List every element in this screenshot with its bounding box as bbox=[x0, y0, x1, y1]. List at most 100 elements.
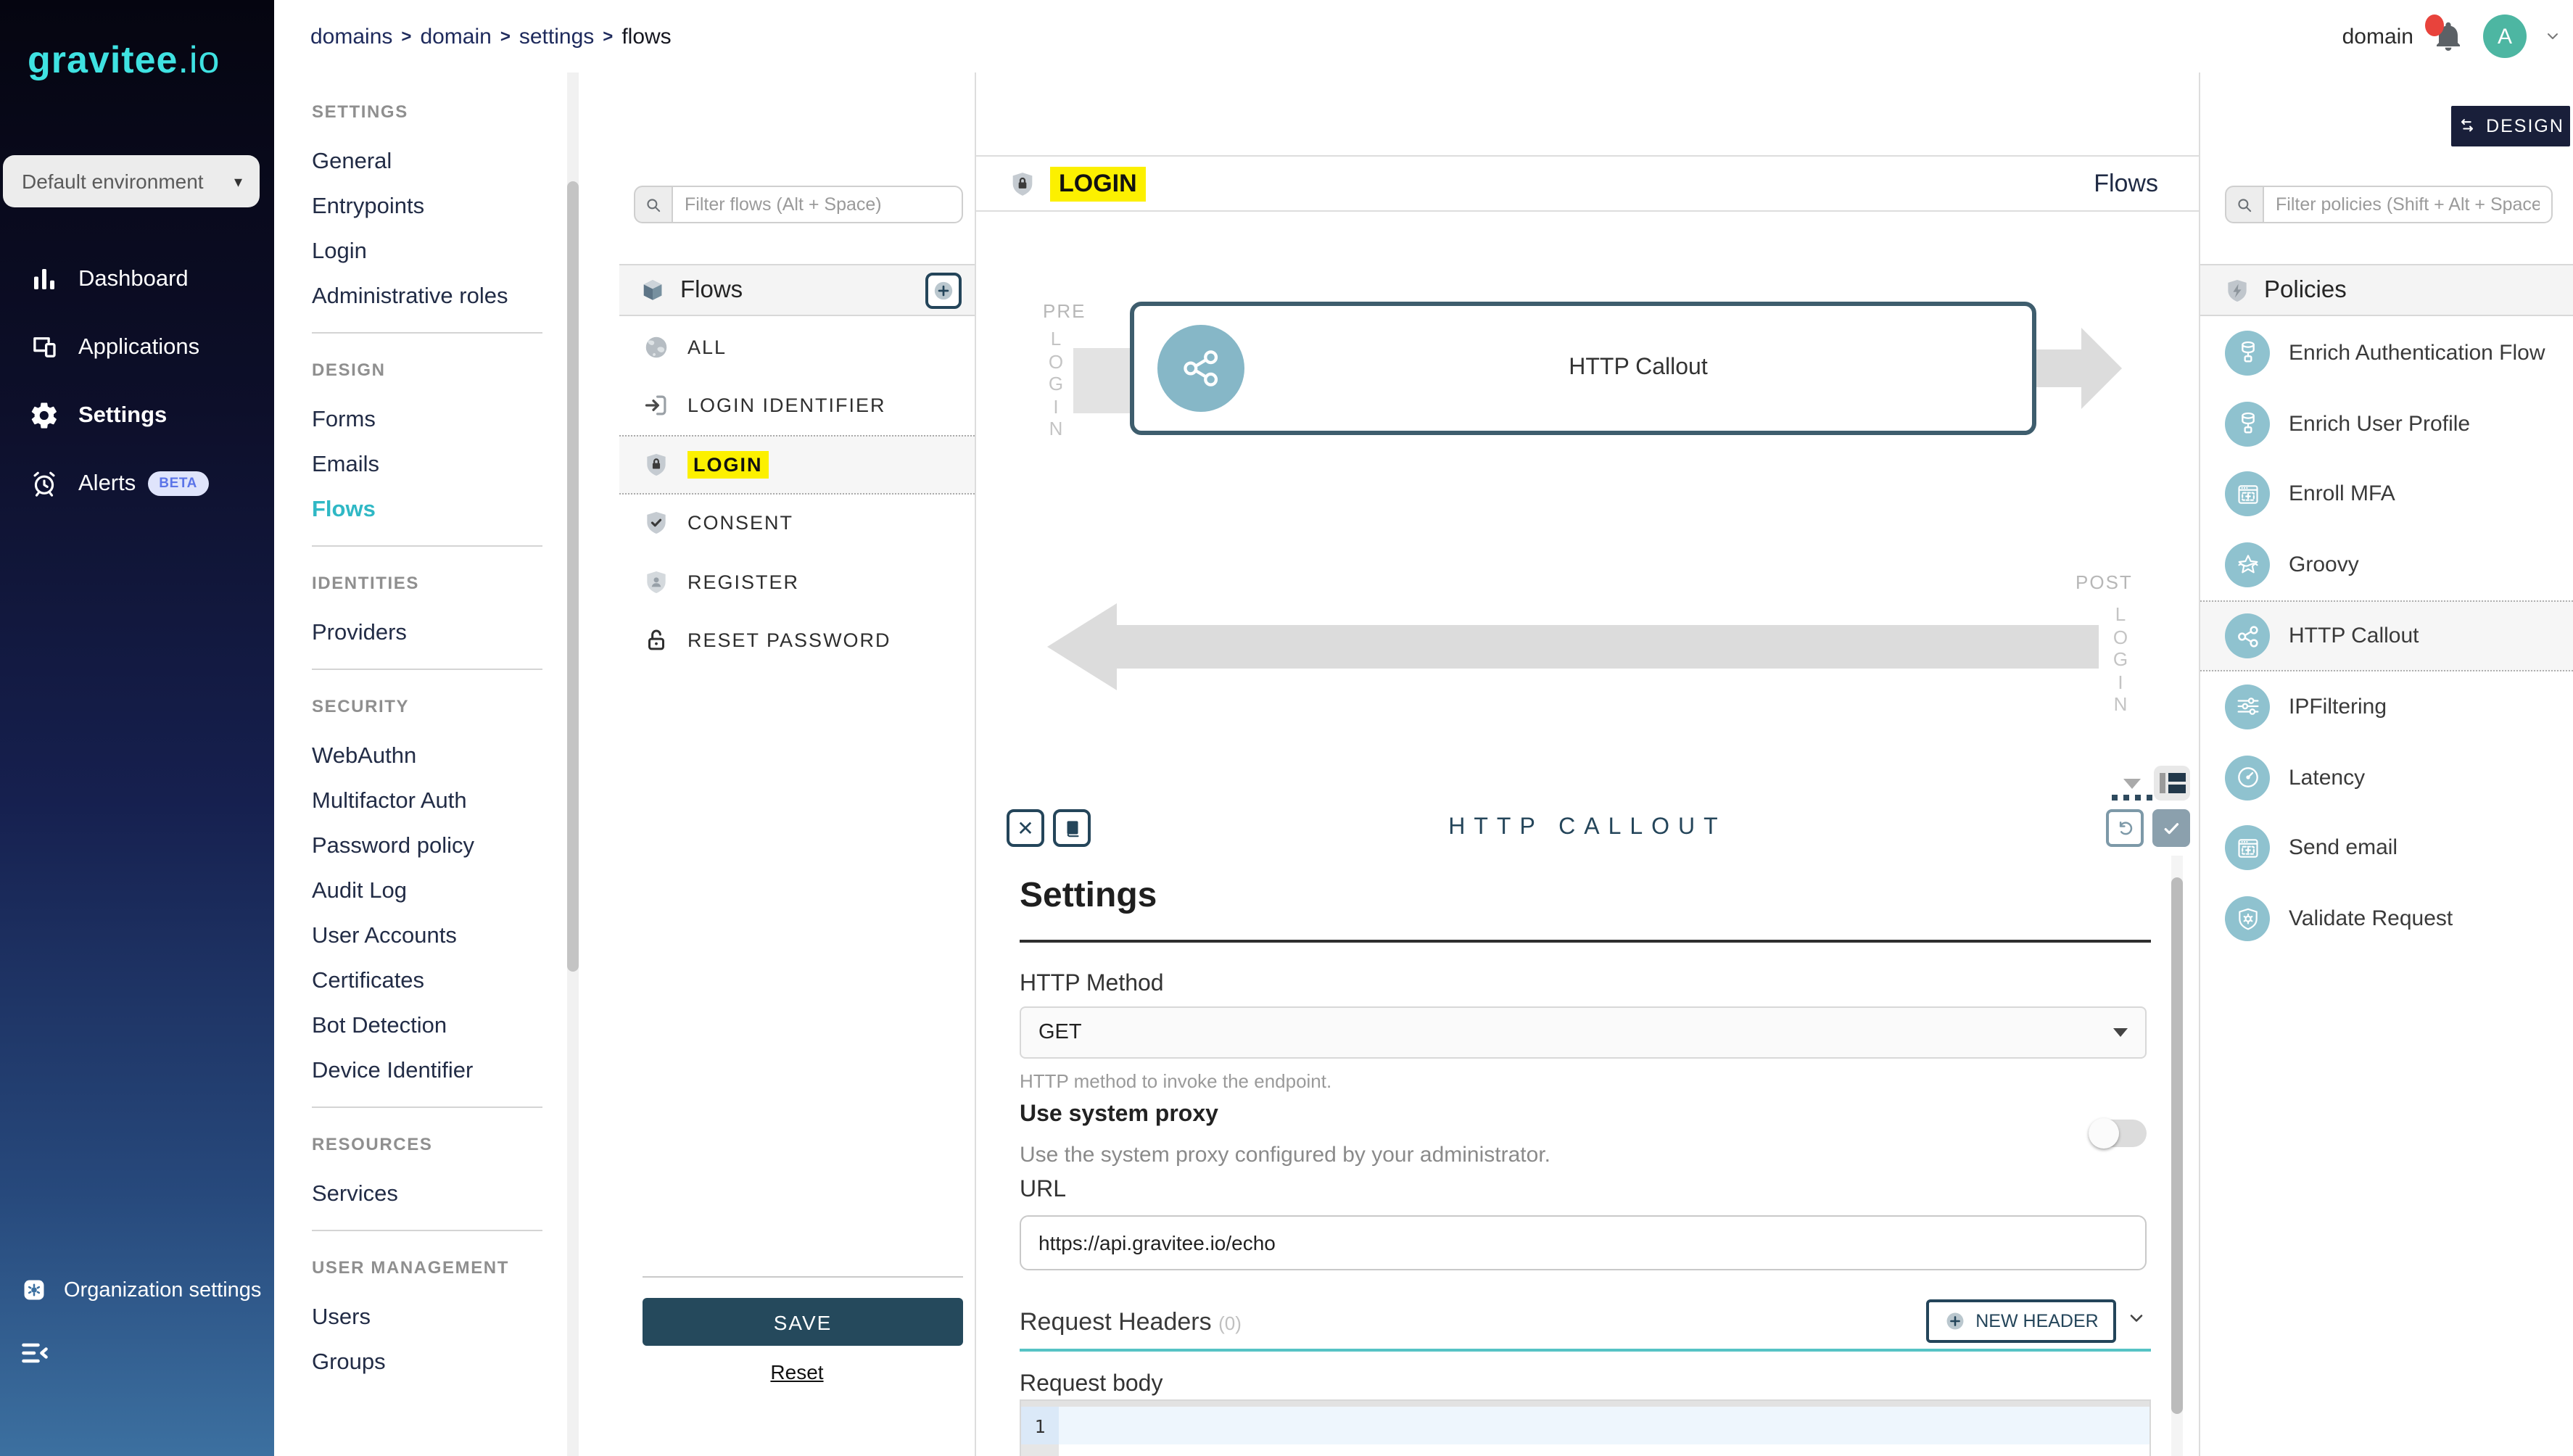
refresh-icon bbox=[2114, 817, 2136, 839]
settings-nav-item-emails[interactable]: Emails bbox=[312, 442, 580, 487]
settings-nav-section-design: DESIGN bbox=[312, 351, 580, 389]
settings-nav-item-groups[interactable]: Groups bbox=[312, 1340, 580, 1385]
settings-nav-item-flows[interactable]: Flows bbox=[312, 487, 580, 532]
post-arrow-head bbox=[1047, 603, 1117, 690]
post-arrow-body bbox=[1117, 625, 2099, 669]
http-method-hint: HTTP method to invoke the endpoint. bbox=[1020, 1070, 1331, 1092]
settings-nav-item-certificates[interactable]: Certificates bbox=[312, 959, 580, 1004]
organization-settings-button[interactable]: Organization settings bbox=[20, 1276, 261, 1304]
policy-item-send-email[interactable]: Send email bbox=[2200, 813, 2573, 884]
design-button[interactable]: DESIGN bbox=[2451, 106, 2570, 146]
request-body-label: Request body bbox=[1020, 1372, 1162, 1398]
pre-phase-label: PRE bbox=[1043, 300, 1086, 322]
system-proxy-toggle[interactable] bbox=[2089, 1120, 2147, 1147]
settings-nav-item-user-accounts[interactable]: User Accounts bbox=[312, 914, 580, 959]
sidebar-item-settings[interactable]: Settings bbox=[0, 381, 274, 450]
policy-item-label: HTTP Callout bbox=[2289, 624, 2419, 648]
flow-item-login-identifier[interactable]: LOGIN IDENTIFIER bbox=[619, 376, 975, 435]
flow-item-login[interactable]: LOGIN bbox=[619, 435, 975, 494]
plus-icon bbox=[1944, 1310, 1967, 1333]
settings-nav-item-general[interactable]: General bbox=[312, 139, 580, 184]
request-headers-label: Request Headers (0) bbox=[1020, 1308, 1242, 1337]
top-bar: domains>domain>settings>flows domain A bbox=[0, 0, 2573, 73]
flow-canvas: LOGIN Flows PRE LOGIN HTTP Callout POST … bbox=[975, 73, 2200, 1456]
bar-chart-icon bbox=[29, 264, 59, 294]
chevron-down-icon[interactable] bbox=[2126, 1308, 2147, 1328]
flow-item-reset-password[interactable]: RESET PASSWORD bbox=[619, 611, 975, 670]
vertical-flow-label-left: LOGIN bbox=[1046, 328, 1066, 440]
flows-search-input[interactable] bbox=[672, 186, 963, 223]
policy-item-http-callout[interactable]: HTTP Callout bbox=[2200, 600, 2573, 671]
notifications-button[interactable] bbox=[2431, 19, 2466, 54]
add-flow-button[interactable] bbox=[925, 273, 962, 309]
policy-item-enrich-authentication-flow[interactable]: Enrich Authentication Flow bbox=[2200, 318, 2573, 389]
flow-item-label: RESET PASSWORD bbox=[687, 630, 891, 652]
save-button[interactable]: SAVE bbox=[643, 1298, 963, 1346]
settings-nav-item-providers[interactable]: Providers bbox=[312, 611, 580, 655]
sidebar-item-label: Alerts bbox=[78, 471, 136, 497]
environment-value: Default environment bbox=[22, 170, 204, 193]
layout-toggle-button[interactable] bbox=[2154, 766, 2190, 801]
flow-item-label: LOGIN IDENTIFIER bbox=[687, 395, 886, 417]
policy-item-enroll-mfa[interactable]: Enroll MFA bbox=[2200, 459, 2573, 530]
refresh-button[interactable] bbox=[2106, 809, 2144, 847]
chevron-down-icon[interactable] bbox=[2544, 28, 2561, 45]
canvas-panel-title: Flows bbox=[2094, 169, 2158, 198]
environment-selector[interactable]: Default environment ▾ bbox=[3, 155, 260, 207]
settings-nav-item-entrypoints[interactable]: Entrypoints bbox=[312, 184, 580, 229]
url-input[interactable] bbox=[1020, 1215, 2147, 1270]
callout-scrollbar-thumb[interactable] bbox=[2171, 877, 2183, 1414]
panel-drag-handle[interactable] bbox=[2112, 795, 2152, 801]
settings-nav-item-multifactor-auth[interactable]: Multifactor Auth bbox=[312, 779, 580, 824]
flow-item-consent[interactable]: CONSENT bbox=[619, 494, 975, 553]
settings-nav-item-users[interactable]: Users bbox=[312, 1295, 580, 1340]
collapse-panel-icon[interactable] bbox=[2123, 779, 2141, 789]
policy-item-enrich-user-profile[interactable]: Enrich User Profile bbox=[2200, 389, 2573, 460]
settings-nav-item-audit-log[interactable]: Audit Log bbox=[312, 869, 580, 914]
policies-search-input[interactable] bbox=[2263, 186, 2553, 223]
reset-link[interactable]: Reset bbox=[619, 1360, 975, 1383]
sidebar-item-applications[interactable]: Applications bbox=[0, 313, 274, 381]
settings-nav-item-services[interactable]: Services bbox=[312, 1172, 580, 1217]
policy-item-ipfiltering[interactable]: IPFiltering bbox=[2200, 671, 2573, 743]
flow-item-all[interactable]: ALL bbox=[619, 318, 975, 376]
policy-item-groovy[interactable]: Groovy bbox=[2200, 530, 2573, 601]
shield-bolt-icon bbox=[2223, 276, 2251, 304]
http-callout-node[interactable]: HTTP Callout bbox=[1130, 302, 2036, 435]
search-icon bbox=[644, 195, 663, 214]
breadcrumb-separator: > bbox=[500, 26, 511, 46]
settings-nav-item-device-identifier[interactable]: Device Identifier bbox=[312, 1048, 580, 1093]
breadcrumb-item-domain[interactable]: domain bbox=[420, 24, 491, 49]
flow-item-register[interactable]: REGISTER bbox=[619, 553, 975, 611]
shield-person-icon bbox=[643, 568, 670, 596]
settings-nav-item-bot-detection[interactable]: Bot Detection bbox=[312, 1004, 580, 1048]
breadcrumb-item-domains[interactable]: domains bbox=[310, 24, 392, 49]
new-header-button[interactable]: NEW HEADER bbox=[1926, 1299, 2116, 1343]
sidebar-item-alerts[interactable]: AlertsBETA bbox=[0, 450, 274, 518]
collapse-sidebar-button[interactable] bbox=[17, 1337, 52, 1369]
breadcrumb-item-settings[interactable]: settings bbox=[519, 24, 594, 49]
request-body-editor[interactable]: 1 bbox=[1020, 1399, 2151, 1456]
settings-nav-item-password-policy[interactable]: Password policy bbox=[312, 824, 580, 869]
window-plus-icon bbox=[2233, 834, 2262, 863]
avatar[interactable]: A bbox=[2483, 15, 2527, 58]
editor-line-number: 1 bbox=[1021, 1407, 1059, 1444]
policy-item-label: Enrich User Profile bbox=[2289, 411, 2470, 436]
logo: gravitee.io bbox=[28, 38, 220, 83]
http-method-select[interactable]: GET bbox=[1020, 1006, 2147, 1059]
breadcrumb-separator: > bbox=[603, 26, 613, 46]
sidebar-item-dashboard[interactable]: Dashboard bbox=[0, 245, 274, 313]
policy-item-validate-request[interactable]: Validate Request bbox=[2200, 884, 2573, 955]
policy-item-latency[interactable]: Latency bbox=[2200, 743, 2573, 814]
policy-icon-circle bbox=[2225, 401, 2270, 446]
settings-nav-item-administrative-roles[interactable]: Administrative roles bbox=[312, 274, 580, 319]
settings-underline bbox=[1020, 940, 2151, 943]
settings-nav-scrollbar-thumb[interactable] bbox=[567, 181, 579, 972]
padlock-open-icon bbox=[643, 627, 670, 655]
settings-nav-section-user-management: USER MANAGEMENT bbox=[312, 1249, 580, 1286]
settings-nav-item-webauthn[interactable]: WebAuthn bbox=[312, 734, 580, 779]
apply-button[interactable] bbox=[2152, 809, 2190, 847]
flow-item-label: ALL bbox=[687, 336, 727, 358]
settings-nav-item-forms[interactable]: Forms bbox=[312, 397, 580, 442]
settings-nav-item-login[interactable]: Login bbox=[312, 229, 580, 274]
